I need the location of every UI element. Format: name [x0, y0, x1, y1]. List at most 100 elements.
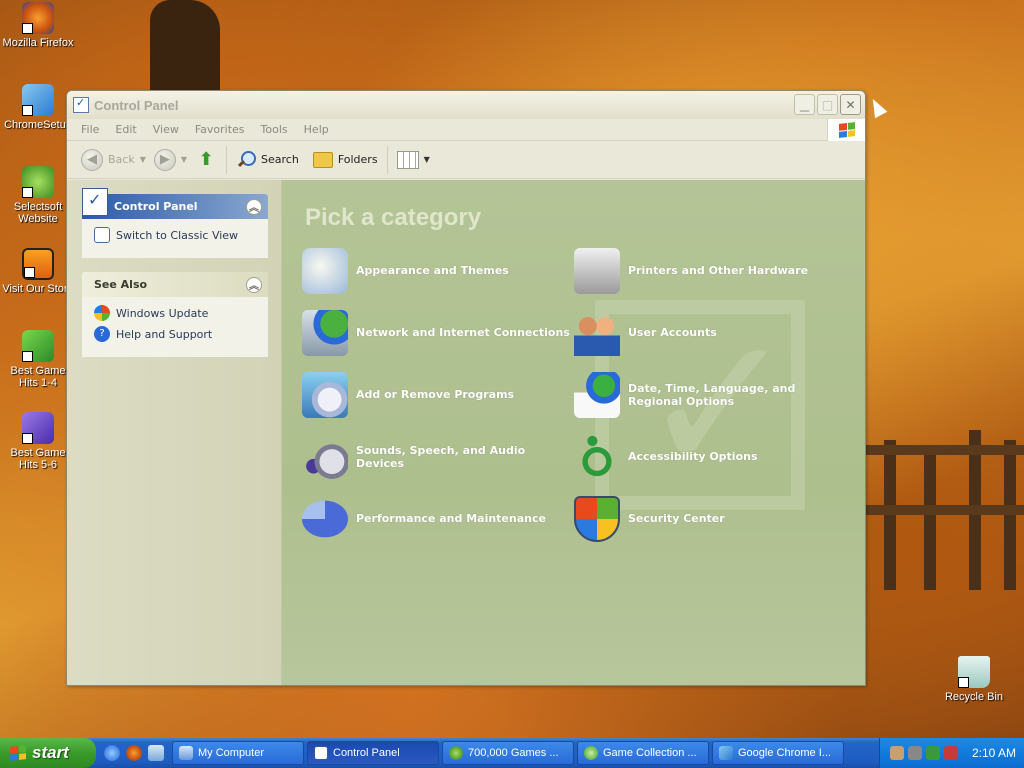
windows-flag-icon	[10, 745, 26, 761]
menu-file[interactable]: File	[73, 123, 107, 136]
category-accessibility-options[interactable]: Accessibility Options	[574, 434, 758, 480]
setup-icon	[22, 84, 54, 116]
task-control-panel[interactable]: Control Panel	[307, 741, 439, 765]
task-700000-games[interactable]: 700,000 Games ...	[442, 741, 574, 765]
menu-favorites[interactable]: Favorites	[187, 123, 253, 136]
back-label: Back	[108, 153, 135, 166]
appearance-icon	[302, 248, 348, 294]
users-icon	[574, 310, 620, 356]
up-button[interactable]: ⬆	[191, 149, 221, 171]
desktop-icon-best-game-hits-1-4[interactable]: Best Game Hits 1-4	[0, 330, 76, 389]
windows-update-link[interactable]: Windows Update	[94, 305, 268, 321]
start-label: start	[32, 743, 69, 762]
menu-view[interactable]: View	[145, 123, 187, 136]
desktop-icon-label: Best Game Hits 1-4	[10, 365, 66, 389]
menu-tools[interactable]: Tools	[253, 123, 296, 136]
sound-icon	[302, 434, 348, 480]
task-pane: Control Panel ︽ Switch to Classic View S…	[67, 180, 282, 685]
minimize-button[interactable]: ▁	[794, 94, 815, 115]
category-network-and-internet-connections[interactable]: Network and Internet Connections	[302, 310, 570, 356]
help-and-support-link[interactable]: ? Help and Support	[94, 326, 268, 342]
views-button[interactable]: ▼	[393, 150, 434, 169]
help-and-support-label: Help and Support	[116, 327, 213, 341]
maximize-button[interactable]: □	[817, 94, 838, 115]
category-appearance-and-themes[interactable]: Appearance and Themes	[302, 248, 509, 294]
desktop-icon-store[interactable]: Visit Our Store	[0, 248, 76, 295]
desktop-icon-best-game-hits-5-6[interactable]: Best Game Hits 5-6	[0, 412, 76, 471]
category-add-or-remove-programs[interactable]: Add or Remove Programs	[302, 372, 514, 418]
desktop-icon-selectsoft[interactable]: Selectsoft Website	[0, 166, 76, 225]
tray-app-icon[interactable]	[890, 746, 904, 760]
back-button[interactable]: ◀ Back ▼	[77, 148, 150, 171]
category-printers-and-other-hardware[interactable]: Printers and Other Hardware	[574, 248, 808, 294]
printer-icon	[574, 248, 620, 294]
category-label: Add or Remove Programs	[356, 388, 515, 402]
tray-network-icon[interactable]	[926, 746, 940, 760]
desktop-icon-label: Visit Our Store	[2, 283, 74, 295]
network-icon	[302, 310, 348, 356]
switch-to-classic-view-link[interactable]: Switch to Classic View	[94, 227, 268, 243]
windows-update-icon	[94, 305, 110, 321]
folders-button[interactable]: Folders	[309, 151, 382, 168]
windows-logo	[827, 119, 865, 141]
task-game-collection[interactable]: Game Collection ...	[577, 741, 709, 765]
control-panel-box: Control Panel ︽ Switch to Classic View	[82, 188, 268, 258]
wallpaper-fence	[864, 420, 1024, 590]
windows-flag-icon	[838, 122, 855, 138]
see-also-box-header[interactable]: See Also ︽	[82, 272, 268, 297]
category-security-center[interactable]: Security Center	[574, 496, 725, 542]
setup-icon	[719, 746, 733, 760]
collapse-chevron-icon[interactable]: ︽	[246, 276, 262, 293]
control-panel-icon	[82, 188, 108, 216]
menu-edit[interactable]: Edit	[107, 123, 144, 136]
menu-help[interactable]: Help	[296, 123, 337, 136]
desktop-icon-label: ChromeSetup	[4, 119, 72, 131]
control-panel-box-title: Control Panel	[114, 200, 198, 213]
toolbar: ◀ Back ▼ ▶ ▼ ⬆ Search Folders ▼	[67, 141, 865, 179]
category-date-time-language-regional[interactable]: Date, Time, Language, and Regional Optio…	[574, 372, 843, 418]
desktop-icon-chromesetup[interactable]: ChromeSetup	[0, 84, 76, 131]
help-icon: ?	[94, 326, 110, 342]
task-my-computer[interactable]: My Computer	[172, 741, 304, 765]
category-performance-and-maintenance[interactable]: Performance and Maintenance	[302, 496, 546, 542]
store-icon	[22, 248, 54, 280]
category-label: Accessibility Options	[628, 450, 758, 464]
desktop-icon-recycle-bin[interactable]: Recycle Bin	[936, 656, 1012, 703]
shield-icon	[574, 496, 620, 542]
firefox-icon[interactable]	[126, 745, 142, 761]
task-google-chrome-installer[interactable]: Google Chrome I...	[712, 741, 844, 765]
collapse-chevron-icon[interactable]: ︽	[246, 198, 262, 215]
selectsoft-icon	[22, 166, 54, 198]
search-label: Search	[261, 153, 299, 166]
category-sounds-speech-audio[interactable]: Sounds, Speech, and Audio Devices	[302, 434, 571, 480]
forward-button[interactable]: ▶ ▼	[150, 148, 191, 171]
category-label: Sounds, Speech, and Audio Devices	[356, 443, 526, 470]
start-button[interactable]: start	[0, 738, 96, 768]
accessibility-icon	[574, 434, 620, 480]
toolbar-separator	[386, 145, 388, 174]
show-desktop-icon[interactable]	[148, 745, 164, 761]
title-bar[interactable]: Control Panel ▁ □ ✕	[67, 91, 865, 119]
desktop-icon-firefox[interactable]: Mozilla Firefox	[0, 2, 76, 49]
task-label: Control Panel	[333, 747, 400, 759]
see-also-title: See Also	[94, 278, 148, 291]
search-button[interactable]: Search	[232, 150, 303, 170]
tray-volume-icon[interactable]	[908, 746, 922, 760]
category-user-accounts[interactable]: User Accounts	[574, 310, 717, 356]
menu-bar: File Edit View Favorites Tools Help	[67, 119, 865, 141]
internet-explorer-icon[interactable]	[104, 745, 120, 761]
tray-security-shield-icon[interactable]	[944, 746, 958, 760]
classic-view-icon	[94, 227, 110, 243]
search-icon	[236, 150, 257, 170]
close-button[interactable]: ✕	[840, 94, 861, 115]
clock[interactable]: 2:10 AM	[972, 746, 1016, 760]
performance-icon	[302, 500, 348, 538]
selectsoft-icon	[449, 746, 463, 760]
calendar-globe-icon	[574, 372, 620, 418]
desktop-icon-label: Recycle Bin	[944, 691, 1004, 703]
control-panel-box-header[interactable]: Control Panel ︽	[82, 188, 268, 219]
mouse-cursor	[866, 95, 888, 119]
category-label: Security Center	[628, 512, 725, 526]
quick-launch	[96, 745, 172, 761]
category-view: Pick a category Appearance and Themes Pr…	[282, 180, 865, 685]
